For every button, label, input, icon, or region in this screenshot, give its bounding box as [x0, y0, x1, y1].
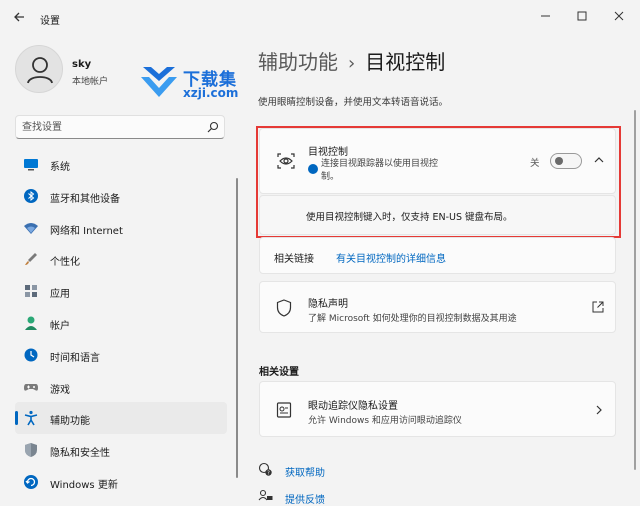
sidebar-item-privacy-security[interactable]: 隐私和安全性 [15, 434, 227, 466]
person-icon [27, 57, 53, 84]
page-title: 目视控制 [365, 50, 446, 74]
help-icon: ? [258, 462, 272, 476]
shield-outline-icon [276, 299, 292, 317]
close-icon [614, 11, 624, 21]
monitor-icon [24, 159, 38, 171]
sidebar-item-time-language[interactable]: 时间和语言 [15, 339, 227, 371]
related-links-card: 相关链接 有关目视控制的详细信息 [259, 237, 616, 274]
sidebar-item-bluetooth[interactable]: 蓝牙和其他设备 [15, 180, 227, 212]
gamepad-icon [24, 383, 38, 391]
sidebar-item-personalization[interactable]: 个性化 [15, 243, 227, 275]
eye-control-description: 连接目视跟踪器以使用目视控制。 [321, 159, 439, 182]
main-scrollbar[interactable] [634, 110, 636, 470]
sidebar-nav: 系统 蓝牙和其他设备 网络和 Internet 个性化 应用 帐户 时间和语言 … [15, 148, 230, 498]
search-icon[interactable] [206, 120, 220, 134]
download-arrow-icon [141, 67, 177, 97]
search-input[interactable] [22, 119, 192, 135]
breadcrumb-separator-icon: › [348, 53, 356, 74]
sidebar-item-system[interactable]: 系统 [15, 148, 227, 180]
title-bar: 设置 [0, 0, 640, 34]
search-box[interactable] [15, 115, 225, 139]
toggle-knob [555, 157, 563, 165]
privacy-title: 隐私声明 [308, 299, 348, 310]
maximize-button[interactable] [565, 5, 599, 27]
sidebar-item-accessibility[interactable]: 辅助功能 [15, 402, 227, 435]
watermark-url: xzji.com [183, 86, 239, 100]
info-icon [308, 164, 318, 174]
eye-control-toggle[interactable] [550, 153, 582, 169]
close-button[interactable] [602, 5, 636, 27]
privacy-description: 了解 Microsoft 如何处理你的目视控制数据及其用途 [308, 314, 517, 324]
eye-control-icon [277, 153, 295, 169]
minimize-icon [541, 15, 550, 17]
breadcrumb: 辅助功能 › 目视控制 [258, 46, 445, 78]
sidebar-item-windows-update[interactable]: Windows 更新 [15, 466, 227, 498]
related-settings-heading: 相关设置 [259, 367, 299, 378]
avatar [15, 45, 63, 93]
watermark-logo: 下载集 xzji.com [125, 45, 265, 101]
minimize-button[interactable] [528, 5, 562, 27]
back-button[interactable] [10, 8, 30, 26]
sidebar-scrollbar[interactable] [236, 178, 238, 478]
breadcrumb-parent[interactable]: 辅助功能 [258, 50, 338, 74]
account-icon [25, 316, 37, 330]
user-profile[interactable]: sky 本地帐户 下载集 xzji.com [15, 45, 238, 101]
related-links-label: 相关链接 [274, 254, 314, 265]
active-indicator [15, 411, 18, 426]
sidebar-item-network[interactable]: 网络和 Internet [15, 212, 227, 244]
eye-control-info-link[interactable]: 有关目视控制的详细信息 [336, 250, 446, 265]
svg-text:?: ? [267, 470, 270, 476]
accessibility-icon [24, 411, 38, 426]
wifi-icon [24, 222, 38, 234]
eye-control-expanded-panel: 使用目视控制键入时，仅支持 EN-US 键盘布局。 [259, 195, 616, 235]
eye-control-card[interactable]: 目视控制 连接目视跟踪器以使用目视控制。 关 [259, 128, 616, 194]
eye-control-title: 目视控制 [308, 147, 348, 158]
bluetooth-icon [24, 188, 38, 203]
update-icon [24, 474, 38, 489]
feedback-icon [258, 489, 273, 501]
eye-tracker-title: 眼动追踪仪隐私设置 [308, 401, 398, 412]
sidebar-item-apps[interactable]: 应用 [15, 275, 227, 307]
back-arrow-icon [14, 12, 24, 22]
apps-icon [25, 285, 37, 298]
privacy-statement-card[interactable]: 隐私声明 了解 Microsoft 如何处理你的目视控制数据及其用途 [259, 281, 616, 333]
maximize-icon [577, 11, 587, 21]
shield-icon [25, 443, 37, 458]
app-title: 设置 [40, 16, 60, 27]
page-description: 使用眼睛控制设备，并使用文本转语音说话。 [258, 97, 449, 108]
eye-tracker-device-icon [276, 402, 292, 418]
eye-tracker-privacy-card[interactable]: 眼动追踪仪隐私设置 允许 Windows 和应用访问眼动追踪仪 [259, 381, 616, 437]
sidebar-item-gaming[interactable]: 游戏 [15, 371, 227, 403]
settings-window: 设置 sky 本地帐户 下载集 xzji.com 查找设置 系统 蓝牙和其他设备… [0, 0, 640, 506]
eye-tracker-description: 允许 Windows 和应用访问眼动追踪仪 [308, 416, 462, 426]
toggle-state-label: 关 [530, 158, 540, 169]
keyboard-layout-note: 使用目视控制键入时，仅支持 EN-US 键盘布局。 [306, 212, 513, 223]
brush-icon [25, 253, 37, 266]
chevron-right-icon [596, 405, 602, 415]
chevron-up-icon[interactable] [592, 153, 606, 167]
external-link-icon[interactable] [592, 301, 604, 313]
globe-clock-icon [24, 348, 38, 362]
username: sky [72, 59, 92, 70]
sidebar-item-accounts[interactable]: 帐户 [15, 307, 227, 339]
account-type: 本地帐户 [72, 77, 109, 87]
